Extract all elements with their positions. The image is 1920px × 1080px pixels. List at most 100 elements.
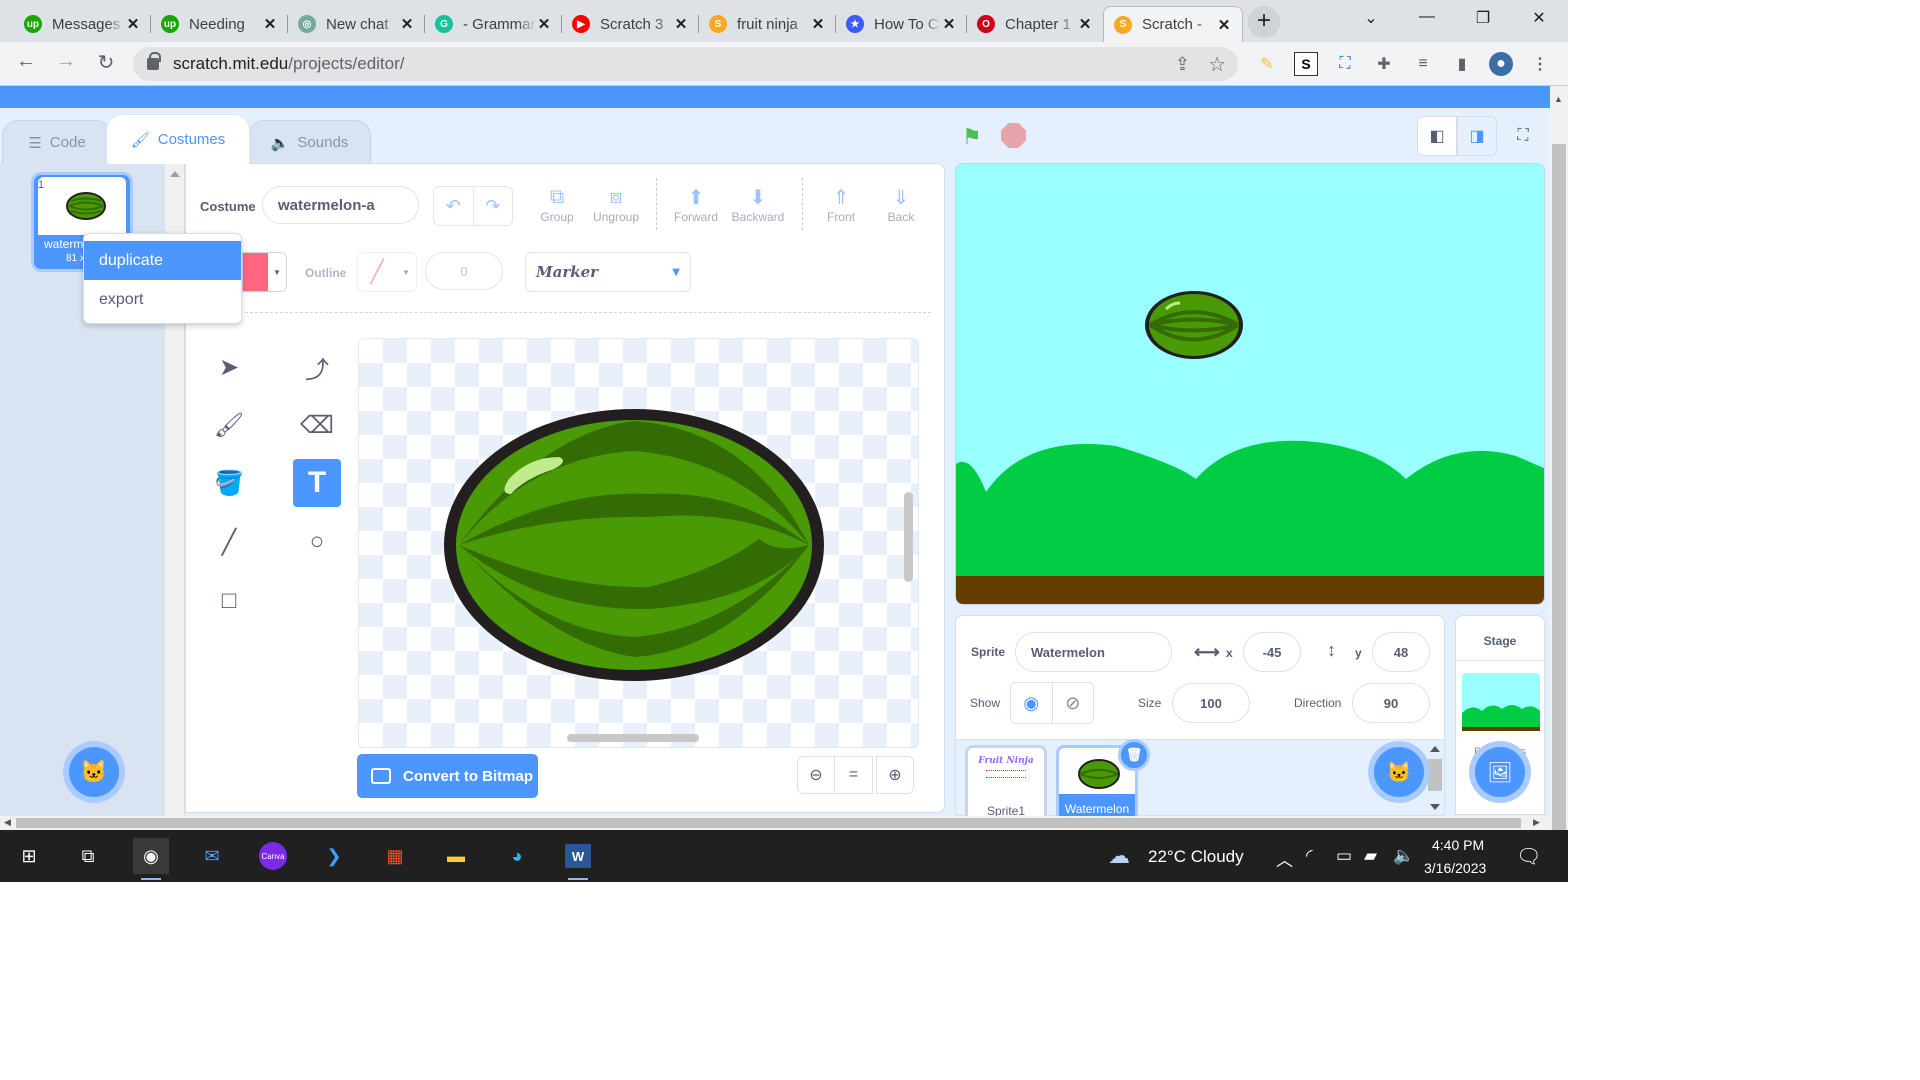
canvas-vertical-scrollbar[interactable]	[904, 492, 913, 582]
media-control-icon[interactable]: ≡	[1411, 52, 1435, 76]
close-tab-icon[interactable]: ✕	[536, 15, 552, 33]
back-icon[interactable]: ←	[12, 50, 40, 73]
close-tab-icon[interactable]: ✕	[262, 15, 278, 33]
file-explorer-taskbar-icon[interactable]: ▬	[438, 838, 474, 874]
sprite-name-input[interactable]: Watermelon	[1015, 632, 1172, 672]
page-vertical-scrollbar[interactable]: ▲	[1550, 86, 1568, 830]
eraser-tool[interactable]: ⌫	[293, 401, 341, 449]
weather-cloud-icon[interactable]: ☁	[1108, 843, 1130, 869]
backward-button[interactable]: ⬇ Backward	[728, 184, 788, 225]
reshape-tool[interactable]: ⤴	[293, 343, 341, 391]
scroll-up-arrow[interactable]	[170, 171, 180, 177]
close-tab-icon[interactable]: ✕	[1077, 15, 1093, 33]
outline-color-picker[interactable]: ╱ ▼	[357, 252, 417, 292]
camera-icon[interactable]: ▭	[1336, 846, 1352, 866]
zoom-reset-button[interactable]: =	[835, 756, 873, 794]
costume-name-input[interactable]: watermelon-a	[262, 186, 419, 224]
wifi-icon[interactable]: ◜	[1306, 846, 1313, 866]
browser-tab[interactable]: up Needing ✕	[151, 6, 288, 42]
close-tab-icon[interactable]: ✕	[125, 15, 141, 33]
direction-input[interactable]: 90	[1352, 683, 1430, 723]
choose-costume-button[interactable]: 🐱	[63, 741, 125, 803]
redo-icon[interactable]: ↷	[474, 187, 513, 225]
vscode-taskbar-icon[interactable]: ❯	[316, 838, 352, 874]
scroll-down-arrow[interactable]	[1430, 804, 1440, 810]
scroll-thumb[interactable]	[1428, 759, 1442, 791]
choose-sprite-button[interactable]: 🐱	[1368, 741, 1430, 803]
stop-button[interactable]	[1001, 123, 1026, 148]
minimize-button[interactable]: —	[1412, 8, 1442, 26]
address-bar[interactable]: scratch.mit.edu/projects/editor/ ⇪ ☆	[133, 47, 1238, 81]
scroll-thumb[interactable]	[1552, 144, 1566, 830]
large-stage-button[interactable]: ◨	[1457, 116, 1497, 156]
back-button[interactable]: ⇓ Back	[880, 184, 922, 225]
size-input[interactable]: 100	[1172, 683, 1250, 723]
watermelon-sprite[interactable]	[1145, 291, 1243, 359]
close-tab-icon[interactable]: ✕	[941, 15, 957, 33]
close-tab-icon[interactable]: ✕	[399, 15, 415, 33]
zoom-in-button[interactable]: ⊕	[876, 756, 914, 794]
select-tool[interactable]: ➤	[205, 343, 253, 391]
close-tab-icon[interactable]: ✕	[673, 15, 689, 33]
close-window-button[interactable]: ✕	[1524, 8, 1554, 28]
browser-tab[interactable]: Sfruit ninja ✕	[699, 6, 836, 42]
browser-tab[interactable]: S Scratch - ✕	[1103, 6, 1243, 42]
profile-avatar[interactable]: ●	[1489, 52, 1513, 76]
notification-icon[interactable]: 🗨	[1516, 844, 1541, 869]
edge-taskbar-icon[interactable]: ◕	[499, 838, 535, 874]
sprite-tile-sprite1[interactable]: Fruit Ninja Sprite1	[965, 745, 1047, 825]
close-tab-icon[interactable]: ✕	[1216, 16, 1232, 34]
clock-date[interactable]: 3/16/2023	[1424, 860, 1486, 876]
text-tool[interactable]: T	[293, 459, 341, 507]
scroll-up-arrow[interactable]: ▲	[1554, 94, 1563, 104]
group-button[interactable]: ⧉ Group	[536, 184, 578, 225]
stage-canvas[interactable]	[955, 163, 1545, 605]
green-flag-button[interactable]: ⚑	[962, 124, 982, 150]
show-eye-icon[interactable]: ◉	[1011, 683, 1053, 723]
paint-canvas[interactable]	[358, 338, 919, 748]
scroll-up-arrow[interactable]	[1430, 746, 1440, 752]
new-tab-button[interactable]: +	[1248, 6, 1280, 38]
fill-tool[interactable]: 🪣	[205, 459, 253, 507]
tab-sounds[interactable]: 🔈 Sounds	[248, 120, 371, 164]
chevron-up-icon[interactable]: ︿	[1276, 846, 1293, 871]
menu-item-duplicate[interactable]: duplicate	[84, 241, 241, 280]
chrome-taskbar-icon[interactable]: ◉	[133, 838, 169, 880]
canva-taskbar-icon[interactable]: Canva	[255, 838, 291, 874]
reload-icon[interactable]: ↻	[92, 50, 120, 75]
small-stage-button[interactable]: ◧	[1417, 116, 1457, 156]
battery-icon[interactable]: ▰	[1364, 846, 1377, 866]
browser-tab[interactable]: O Chapter 1 ✕	[967, 6, 1103, 42]
word-taskbar-icon[interactable]: W	[560, 838, 596, 880]
y-position-input[interactable]: 48	[1372, 632, 1430, 672]
fullscreen-button[interactable]: ⛶	[1503, 116, 1543, 156]
x-position-input[interactable]: -45	[1243, 632, 1301, 672]
page-horizontal-scrollbar[interactable]: ◀ ▶	[0, 816, 1550, 830]
outline-width-input[interactable]: 0	[425, 252, 503, 290]
zoom-out-button[interactable]: ⊖	[797, 756, 835, 794]
close-tab-icon[interactable]: ✕	[810, 15, 826, 33]
rectangle-tool[interactable]: □	[205, 577, 253, 625]
fill-color-picker[interactable]: ▼	[242, 252, 287, 292]
front-button[interactable]: ⇑ Front	[820, 184, 862, 225]
choose-backdrop-button[interactable]: 🖼	[1469, 741, 1531, 803]
tab-search-icon[interactable]: ⌄	[1356, 8, 1386, 28]
clock-time[interactable]: 4:40 PM	[1432, 837, 1484, 853]
screenshot-extension-icon[interactable]: ⛶	[1333, 52, 1357, 76]
undo-icon[interactable]: ↶	[434, 187, 474, 225]
browser-tab[interactable]: up Messages ✕	[14, 6, 151, 42]
side-panel-icon[interactable]: ▮	[1450, 52, 1474, 76]
canvas-horizontal-scrollbar[interactable]	[567, 734, 699, 742]
windows-start-icon[interactable]: ⊞	[11, 838, 47, 874]
share-icon[interactable]: ⇪	[1175, 54, 1190, 75]
line-tool[interactable]: ╱	[205, 518, 253, 566]
chrome-menu-icon[interactable]: ⋮	[1528, 52, 1552, 76]
browser-tab[interactable]: ★ How To C ✕	[836, 6, 967, 42]
delete-sprite-button[interactable]: 🗑	[1118, 739, 1150, 771]
highlighter-extension-icon[interactable]: ✎	[1255, 52, 1279, 76]
restore-button[interactable]: ❐	[1468, 8, 1498, 28]
browser-tab[interactable]: G - Grammarly✕	[425, 6, 562, 42]
brush-tool[interactable]: 🖌	[205, 401, 253, 449]
forward-icon[interactable]: →	[52, 50, 80, 73]
store-taskbar-icon[interactable]: ▦	[377, 838, 413, 874]
